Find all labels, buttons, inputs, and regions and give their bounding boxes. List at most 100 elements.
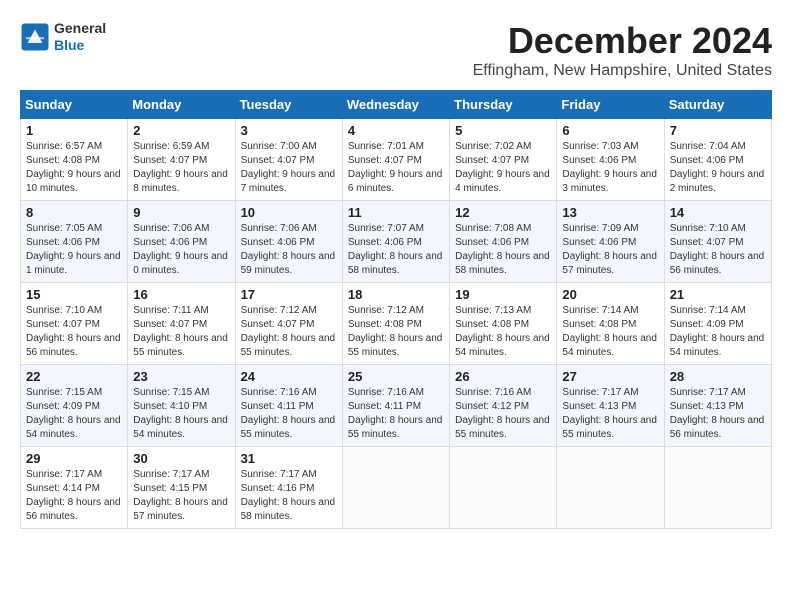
day-number: 23: [133, 369, 229, 384]
day-number: 5: [455, 123, 551, 138]
calendar-week-row: 1 Sunrise: 6:57 AM Sunset: 4:08 PM Dayli…: [21, 119, 772, 201]
day-info: Sunrise: 7:16 AM Sunset: 4:11 PM Dayligh…: [348, 386, 444, 442]
calendar-day-cell: 13 Sunrise: 7:09 AM Sunset: 4:06 PM Dayl…: [557, 201, 664, 283]
day-info: Sunrise: 7:06 AM Sunset: 4:06 PM Dayligh…: [133, 222, 229, 278]
day-number: 16: [133, 287, 229, 302]
day-info: Sunrise: 7:16 AM Sunset: 4:12 PM Dayligh…: [455, 386, 551, 442]
day-info: Sunrise: 7:15 AM Sunset: 4:10 PM Dayligh…: [133, 386, 229, 442]
day-number: 13: [562, 205, 658, 220]
day-number: 17: [241, 287, 337, 302]
calendar-table: SundayMondayTuesdayWednesdayThursdayFrid…: [20, 90, 772, 529]
day-number: 11: [348, 205, 444, 220]
header-row: SundayMondayTuesdayWednesdayThursdayFrid…: [21, 91, 772, 119]
day-number: 4: [348, 123, 444, 138]
calendar-day-cell: 4 Sunrise: 7:01 AM Sunset: 4:07 PM Dayli…: [342, 119, 449, 201]
calendar-day-cell: 8 Sunrise: 7:05 AM Sunset: 4:06 PM Dayli…: [21, 201, 128, 283]
day-info: Sunrise: 7:17 AM Sunset: 4:13 PM Dayligh…: [562, 386, 658, 442]
day-info: Sunrise: 7:01 AM Sunset: 4:07 PM Dayligh…: [348, 140, 444, 196]
calendar-day-cell: 9 Sunrise: 7:06 AM Sunset: 4:06 PM Dayli…: [128, 201, 235, 283]
logo-blue: Blue: [54, 37, 106, 54]
calendar-day-cell: 17 Sunrise: 7:12 AM Sunset: 4:07 PM Dayl…: [235, 283, 342, 365]
calendar-day-cell: 10 Sunrise: 7:06 AM Sunset: 4:06 PM Dayl…: [235, 201, 342, 283]
subtitle: Effingham, New Hampshire, United States: [473, 62, 772, 80]
day-number: 20: [562, 287, 658, 302]
day-info: Sunrise: 7:14 AM Sunset: 4:09 PM Dayligh…: [670, 304, 766, 360]
day-info: Sunrise: 7:17 AM Sunset: 4:13 PM Dayligh…: [670, 386, 766, 442]
calendar-day-cell: 21 Sunrise: 7:14 AM Sunset: 4:09 PM Dayl…: [664, 283, 771, 365]
calendar-day-cell: 22 Sunrise: 7:15 AM Sunset: 4:09 PM Dayl…: [21, 365, 128, 447]
calendar-day-cell: 12 Sunrise: 7:08 AM Sunset: 4:06 PM Dayl…: [450, 201, 557, 283]
calendar-day-cell: 24 Sunrise: 7:16 AM Sunset: 4:11 PM Dayl…: [235, 365, 342, 447]
calendar-day-cell: [557, 447, 664, 529]
day-number: 18: [348, 287, 444, 302]
day-number: 21: [670, 287, 766, 302]
day-number: 8: [26, 205, 122, 220]
calendar-day-cell: 25 Sunrise: 7:16 AM Sunset: 4:11 PM Dayl…: [342, 365, 449, 447]
day-number: 31: [241, 451, 337, 466]
logo-icon: [20, 22, 50, 52]
day-number: 26: [455, 369, 551, 384]
calendar-day-cell: [342, 447, 449, 529]
calendar-day-cell: 16 Sunrise: 7:11 AM Sunset: 4:07 PM Dayl…: [128, 283, 235, 365]
day-of-week-header: Thursday: [450, 91, 557, 119]
day-of-week-header: Tuesday: [235, 91, 342, 119]
calendar-day-cell: 3 Sunrise: 7:00 AM Sunset: 4:07 PM Dayli…: [235, 119, 342, 201]
day-of-week-header: Saturday: [664, 91, 771, 119]
day-info: Sunrise: 7:10 AM Sunset: 4:07 PM Dayligh…: [26, 304, 122, 360]
calendar-day-cell: 31 Sunrise: 7:17 AM Sunset: 4:16 PM Dayl…: [235, 447, 342, 529]
title-area: December 2024 Effingham, New Hampshire, …: [473, 20, 772, 80]
calendar-day-cell: 28 Sunrise: 7:17 AM Sunset: 4:13 PM Dayl…: [664, 365, 771, 447]
day-number: 2: [133, 123, 229, 138]
logo: General Blue: [20, 20, 106, 54]
day-info: Sunrise: 7:10 AM Sunset: 4:07 PM Dayligh…: [670, 222, 766, 278]
day-info: Sunrise: 6:57 AM Sunset: 4:08 PM Dayligh…: [26, 140, 122, 196]
day-number: 15: [26, 287, 122, 302]
day-info: Sunrise: 7:17 AM Sunset: 4:16 PM Dayligh…: [241, 468, 337, 524]
day-of-week-header: Monday: [128, 91, 235, 119]
calendar-day-cell: 27 Sunrise: 7:17 AM Sunset: 4:13 PM Dayl…: [557, 365, 664, 447]
calendar-day-cell: 30 Sunrise: 7:17 AM Sunset: 4:15 PM Dayl…: [128, 447, 235, 529]
day-number: 9: [133, 205, 229, 220]
header: General Blue December 2024 Effingham, Ne…: [20, 20, 772, 80]
day-info: Sunrise: 7:17 AM Sunset: 4:15 PM Dayligh…: [133, 468, 229, 524]
calendar-body: 1 Sunrise: 6:57 AM Sunset: 4:08 PM Dayli…: [21, 119, 772, 529]
calendar-day-cell: 20 Sunrise: 7:14 AM Sunset: 4:08 PM Dayl…: [557, 283, 664, 365]
day-number: 10: [241, 205, 337, 220]
day-of-week-header: Wednesday: [342, 91, 449, 119]
calendar-day-cell: 5 Sunrise: 7:02 AM Sunset: 4:07 PM Dayli…: [450, 119, 557, 201]
calendar-day-cell: 23 Sunrise: 7:15 AM Sunset: 4:10 PM Dayl…: [128, 365, 235, 447]
calendar-header: SundayMondayTuesdayWednesdayThursdayFrid…: [21, 91, 772, 119]
calendar-day-cell: [664, 447, 771, 529]
day-number: 29: [26, 451, 122, 466]
logo-general: General: [54, 20, 106, 37]
logo-text: General Blue: [54, 20, 106, 54]
calendar-day-cell: 18 Sunrise: 7:12 AM Sunset: 4:08 PM Dayl…: [342, 283, 449, 365]
day-number: 6: [562, 123, 658, 138]
day-info: Sunrise: 7:09 AM Sunset: 4:06 PM Dayligh…: [562, 222, 658, 278]
day-number: 12: [455, 205, 551, 220]
calendar-day-cell: 19 Sunrise: 7:13 AM Sunset: 4:08 PM Dayl…: [450, 283, 557, 365]
day-number: 14: [670, 205, 766, 220]
calendar-day-cell: 6 Sunrise: 7:03 AM Sunset: 4:06 PM Dayli…: [557, 119, 664, 201]
day-info: Sunrise: 7:07 AM Sunset: 4:06 PM Dayligh…: [348, 222, 444, 278]
day-info: Sunrise: 7:11 AM Sunset: 4:07 PM Dayligh…: [133, 304, 229, 360]
calendar-day-cell: 26 Sunrise: 7:16 AM Sunset: 4:12 PM Dayl…: [450, 365, 557, 447]
day-info: Sunrise: 7:05 AM Sunset: 4:06 PM Dayligh…: [26, 222, 122, 278]
day-of-week-header: Friday: [557, 91, 664, 119]
day-info: Sunrise: 7:03 AM Sunset: 4:06 PM Dayligh…: [562, 140, 658, 196]
calendar-week-row: 15 Sunrise: 7:10 AM Sunset: 4:07 PM Dayl…: [21, 283, 772, 365]
main-title: December 2024: [473, 20, 772, 62]
day-info: Sunrise: 7:12 AM Sunset: 4:07 PM Dayligh…: [241, 304, 337, 360]
calendar-day-cell: [450, 447, 557, 529]
day-info: Sunrise: 7:08 AM Sunset: 4:06 PM Dayligh…: [455, 222, 551, 278]
day-info: Sunrise: 7:12 AM Sunset: 4:08 PM Dayligh…: [348, 304, 444, 360]
calendar-week-row: 22 Sunrise: 7:15 AM Sunset: 4:09 PM Dayl…: [21, 365, 772, 447]
day-info: Sunrise: 7:14 AM Sunset: 4:08 PM Dayligh…: [562, 304, 658, 360]
day-number: 28: [670, 369, 766, 384]
day-info: Sunrise: 7:06 AM Sunset: 4:06 PM Dayligh…: [241, 222, 337, 278]
day-info: Sunrise: 7:13 AM Sunset: 4:08 PM Dayligh…: [455, 304, 551, 360]
calendar-day-cell: 7 Sunrise: 7:04 AM Sunset: 4:06 PM Dayli…: [664, 119, 771, 201]
calendar-day-cell: 14 Sunrise: 7:10 AM Sunset: 4:07 PM Dayl…: [664, 201, 771, 283]
day-info: Sunrise: 7:04 AM Sunset: 4:06 PM Dayligh…: [670, 140, 766, 196]
day-number: 30: [133, 451, 229, 466]
